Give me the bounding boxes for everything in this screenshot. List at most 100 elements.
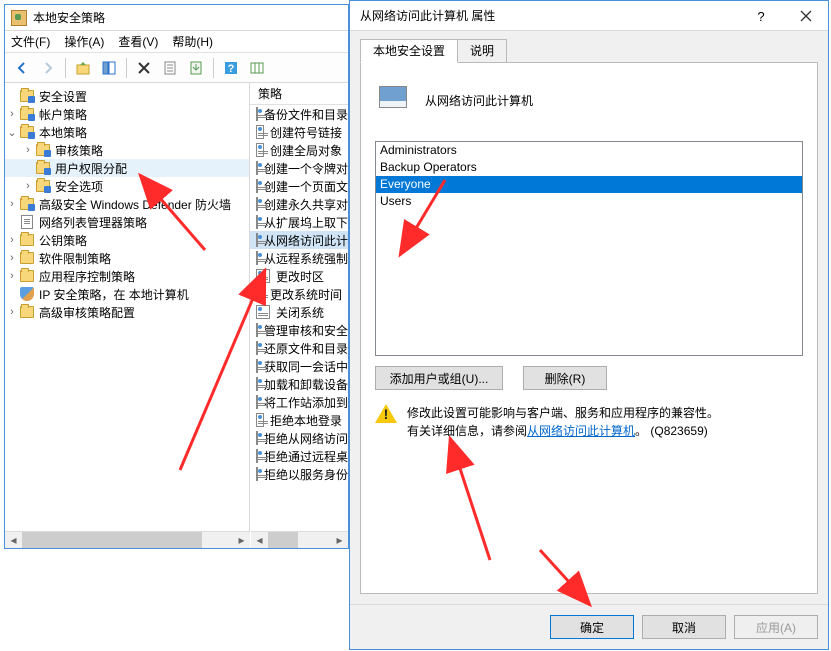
tree-node-sec-options[interactable]: › 安全选项 [5,177,249,195]
help-button[interactable]: ? [220,57,242,79]
policy-list-item[interactable]: 创建一个页面文件 [250,177,348,195]
folder-icon [19,232,35,248]
svg-text:?: ? [228,63,235,75]
tab-page-local: 从网络访问此计算机 AdministratorsBackup Operators… [360,62,818,594]
mmc-titlebar[interactable]: 本地安全策略 [5,5,348,31]
tree-node-account[interactable]: › 帐户策略 [5,105,249,123]
policy-list-item[interactable]: 更改时区 [250,267,348,285]
policy-list-item[interactable]: 创建符号链接 [250,123,348,141]
folder-icon [35,142,51,158]
member-list-item[interactable]: Backup Operators [376,159,802,176]
policy-list-item[interactable]: 拒绝以服务身份登录 [250,465,348,483]
policy-list-item[interactable]: 拒绝从网络访问此计算机 [250,429,348,447]
member-list-item[interactable]: Administrators [376,142,802,159]
folder-icon [19,124,35,140]
tree-node-user-rights[interactable]: 用户权限分配 [5,159,249,177]
policy-icon [375,82,411,118]
note-link[interactable]: 从网络访问此计算机 [527,424,635,438]
policy-list-item[interactable]: 拒绝通过远程桌面服务登录 [250,447,348,465]
policy-list-item[interactable]: 创建一个令牌对象 [250,159,348,177]
policy-icon [256,323,258,337]
folder-icon [19,106,35,122]
list-scrollbar[interactable]: ◂ ▸ [251,531,348,548]
policy-list-item[interactable]: 关闭系统 [250,303,348,321]
column-header-policy[interactable]: 策略 [250,83,348,105]
tree-pane[interactable]: 安全设置 › 帐户策略 ⌄ 本地策略 › 审核策略 用户权限分配 › 安全选项 [5,83,250,548]
dialog-titlebar[interactable]: 从网络访问此计算机 属性 ? [350,1,828,31]
export-button[interactable] [185,57,207,79]
menu-view[interactable]: 查看(V) [118,33,158,50]
policy-list-item[interactable]: 加载和卸载设备驱动程序 [250,375,348,393]
tree-node-advaudit[interactable]: › 高级审核策略配置 [5,303,249,321]
properties-button[interactable] [159,57,181,79]
policy-icon [256,467,258,481]
tree-node-netlist[interactable]: 网络列表管理器策略 [5,213,249,231]
folder-icon [35,160,51,176]
scroll-thumb[interactable] [22,532,202,548]
add-user-button[interactable]: 添加用户或组(U)... [375,366,503,390]
policy-icon [256,233,258,247]
apply-button[interactable]: 应用(A) [734,615,818,639]
policy-list-item[interactable]: 从扩展坞上取下 [250,213,348,231]
tree-node-software[interactable]: › 软件限制策略 [5,249,249,267]
tree-root[interactable]: 安全设置 [5,87,249,105]
ok-button[interactable]: 确定 [550,615,634,639]
policy-list-item[interactable]: 获取同一会话中另一个用户的模拟令牌 [250,357,348,375]
policy-list-pane[interactable]: 策略 备份文件和目录创建符号链接创建全局对象创建一个令牌对象创建一个页面文件创建… [250,83,348,548]
cancel-button[interactable]: 取消 [642,615,726,639]
tree-node-appctrl[interactable]: › 应用程序控制策略 [5,267,249,285]
tree-scrollbar[interactable]: ◂ ▸ [5,531,250,548]
tab-local-security[interactable]: 本地安全设置 [360,39,458,63]
policy-list-item[interactable]: 拒绝本地登录 [250,411,348,429]
policy-list-item[interactable]: 更改系统时间 [250,285,348,303]
menu-bar: 文件(F) 操作(A) 查看(V) 帮助(H) [5,31,348,53]
forward-button[interactable] [37,57,59,79]
member-list-item[interactable]: Users [376,193,802,210]
policy-icon [256,125,264,139]
menu-action[interactable]: 操作(A) [64,33,104,50]
policy-icon [256,305,270,319]
scroll-thumb[interactable] [268,532,298,548]
menu-help[interactable]: 帮助(H) [172,33,213,50]
up-button[interactable] [72,57,94,79]
scroll-left-icon[interactable]: ◂ [5,532,22,548]
svg-text:?: ? [757,10,764,22]
policy-list-item[interactable]: 还原文件和目录 [250,339,348,357]
policy-list-item[interactable]: 从网络访问此计算机 [250,231,348,249]
policy-icon [256,215,258,229]
scroll-right-icon[interactable]: ▸ [331,532,348,548]
window-title: 本地安全策略 [33,5,105,31]
refresh-button[interactable] [246,57,268,79]
delete-button[interactable] [133,57,155,79]
tree-node-pubkey[interactable]: › 公钥策略 [5,231,249,249]
tree-node-defender[interactable]: › 高级安全 Windows Defender 防火墙 [5,195,249,213]
policy-list-item[interactable]: 创建全局对象 [250,141,348,159]
policy-list-item[interactable]: 创建永久共享对象 [250,195,348,213]
folder-icon [19,304,35,320]
tree-node-local[interactable]: ⌄ 本地策略 [5,123,249,141]
policy-list-item[interactable]: 备份文件和目录 [250,105,348,123]
policy-icon [256,251,258,265]
folder-icon [19,268,35,284]
tab-explain[interactable]: 说明 [457,39,507,63]
menu-file[interactable]: 文件(F) [11,33,50,50]
remove-button[interactable]: 删除(R) [523,366,607,390]
tree-node-ipsec[interactable]: IP 安全策略，在 本地计算机 [5,285,249,303]
policy-icon [256,269,270,283]
policy-icon [256,395,258,409]
policy-list-item[interactable]: 将工作站添加到域 [250,393,348,411]
policy-list-item[interactable]: 管理审核和安全日志 [250,321,348,339]
members-listbox[interactable]: AdministratorsBackup OperatorsEveryoneUs… [375,141,803,356]
policy-list-item[interactable]: 从远程系统强制关机 [250,249,348,267]
scroll-right-icon[interactable]: ▸ [233,532,250,548]
tree-node-audit[interactable]: › 审核策略 [5,141,249,159]
back-button[interactable] [11,57,33,79]
policy-icon [256,107,258,121]
scroll-left-icon[interactable]: ◂ [251,532,268,548]
help-button[interactable]: ? [738,1,783,31]
toolbar-separator [213,58,214,78]
show-hide-button[interactable] [98,57,120,79]
policy-icon [256,449,258,463]
close-button[interactable] [783,1,828,31]
member-list-item[interactable]: Everyone [376,176,802,193]
